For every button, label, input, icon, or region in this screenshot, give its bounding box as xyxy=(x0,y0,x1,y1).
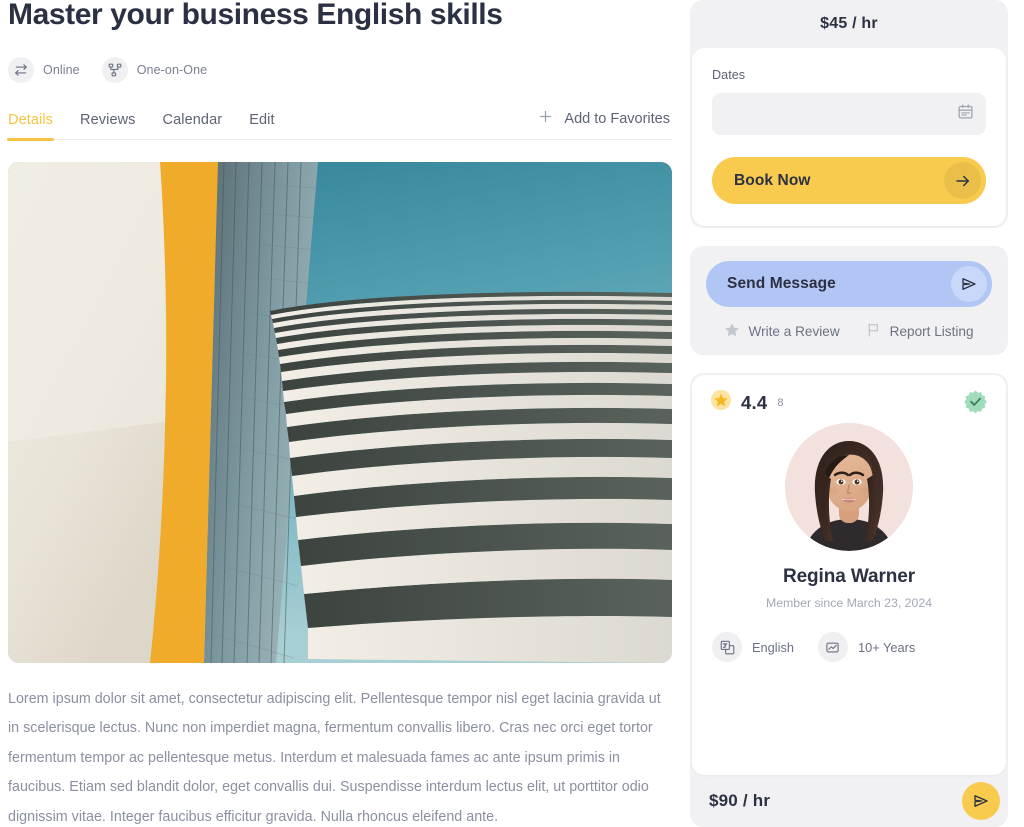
profile-header: 4.4 8 xyxy=(710,389,988,419)
transfer-arrows-icon xyxy=(8,56,34,83)
tab-calendar[interactable]: Calendar xyxy=(163,112,223,130)
meta-language: English xyxy=(712,632,794,662)
tag-one-on-one-label: One-on-One xyxy=(136,62,208,77)
rating-value: 4.4 xyxy=(741,391,768,413)
add-to-favorites-label: Add to Favorites xyxy=(564,110,670,127)
tab-bar: Details Reviews Calendar Edit Add to Fav… xyxy=(6,108,672,141)
report-listing-link[interactable]: Report Listing xyxy=(866,322,974,341)
book-now-button[interactable]: Book Now xyxy=(712,157,986,204)
listing-detail-page: Master your business English skills Onli… xyxy=(0,0,1024,827)
provider-name: Regina Warner xyxy=(782,566,916,587)
arrow-right-icon xyxy=(944,162,981,199)
provider-price: $90 / hr xyxy=(709,791,771,810)
tab-edit[interactable]: Edit xyxy=(249,112,274,130)
star-icon xyxy=(724,322,740,341)
tag-one-on-one: One-on-One xyxy=(101,56,208,83)
plus-icon xyxy=(537,108,554,130)
provider-profile-panel: 4.4 8 Regina Warner Member since March 2… xyxy=(690,373,1008,827)
member-since: Member since March 23, 2024 xyxy=(765,596,933,610)
booking-panel: $45 / hr Dates Book Now xyxy=(690,0,1008,228)
send-message-label: Send Message xyxy=(727,275,836,292)
translate-icon xyxy=(712,632,742,662)
listing-tags: Online One-on-One xyxy=(8,56,672,83)
book-now-label: Book Now xyxy=(734,171,811,189)
tab-reviews[interactable]: Reviews xyxy=(80,112,136,130)
rating: 4.4 8 xyxy=(710,389,783,416)
add-to-favorites-button[interactable]: Add to Favorites xyxy=(537,108,672,130)
avatar xyxy=(785,423,913,551)
booking-form: Dates Book Now xyxy=(692,48,1006,226)
tag-online-label: Online xyxy=(43,62,80,77)
star-badge-icon xyxy=(710,389,732,416)
node-hierarchy-icon xyxy=(101,56,128,83)
tag-online: Online xyxy=(8,56,80,83)
message-panel: Send Message Write a Review Report Listi… xyxy=(690,246,1008,355)
booking-price: $45 / hr xyxy=(820,15,878,32)
listing-description: Lorem ipsum dolor sit amet, consectetur … xyxy=(8,690,661,825)
write-a-review-label: Write a Review xyxy=(748,324,840,339)
report-listing-label: Report Listing xyxy=(889,324,974,339)
dates-input[interactable] xyxy=(712,93,986,135)
sidebar: $45 / hr Dates Book Now Send Message Wri… xyxy=(690,0,1024,827)
page-title: Master your business English skills xyxy=(8,0,503,31)
paper-plane-icon xyxy=(951,266,987,302)
profile-footer: $90 / hr xyxy=(690,775,1008,827)
write-a-review-link[interactable]: Write a Review xyxy=(724,322,840,341)
verified-check-icon xyxy=(963,389,988,419)
dates-label: Dates xyxy=(712,68,746,82)
message-links: Write a Review Report Listing xyxy=(706,322,992,341)
experience-flag-icon xyxy=(817,632,848,662)
meta-language-label: English xyxy=(752,639,794,655)
meta-experience-label: 10+ Years xyxy=(857,639,916,655)
main-content: Master your business English skills Onli… xyxy=(0,0,690,827)
rating-count: 8 xyxy=(777,396,784,409)
provider-meta: English 10+ Years xyxy=(710,632,988,662)
listing-hero-image xyxy=(8,161,672,663)
send-message-button[interactable]: Send Message xyxy=(706,261,992,307)
calendar-icon xyxy=(957,103,974,125)
tab-list: Details Reviews Calendar Edit xyxy=(6,112,275,141)
flag-icon xyxy=(866,322,882,341)
quick-send-message-button[interactable] xyxy=(962,782,1000,820)
provider-profile-card: 4.4 8 Regina Warner Member since March 2… xyxy=(692,375,1006,775)
tab-details[interactable]: Details xyxy=(6,112,55,141)
avatar-wrap xyxy=(710,423,988,551)
meta-experience: 10+ Years xyxy=(817,632,916,662)
